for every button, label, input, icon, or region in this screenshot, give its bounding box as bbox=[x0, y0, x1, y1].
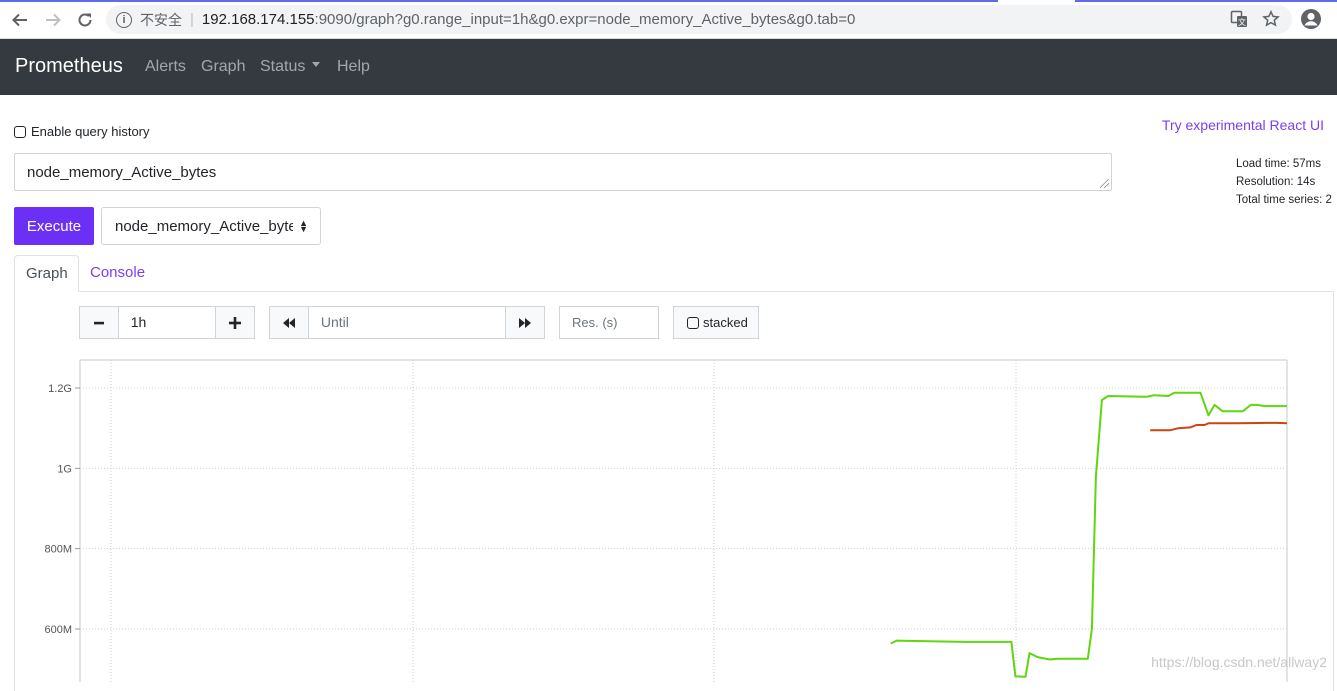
y-tick-label: 600M bbox=[44, 624, 72, 636]
tab-graph[interactable]: Graph bbox=[14, 255, 79, 292]
series-line-1 bbox=[890, 391, 1287, 678]
series-line-2 bbox=[1150, 421, 1288, 432]
memory-graph[interactable]: 1.2G 1G 800M 600M bbox=[0, 0, 1337, 682]
watermark-text: https://blog.csdn.net/allway2 bbox=[1151, 654, 1327, 670]
y-tick-label: 800M bbox=[44, 544, 72, 556]
y-tick-label: 1.2G bbox=[48, 383, 72, 395]
y-tick-label: 1G bbox=[57, 463, 72, 475]
